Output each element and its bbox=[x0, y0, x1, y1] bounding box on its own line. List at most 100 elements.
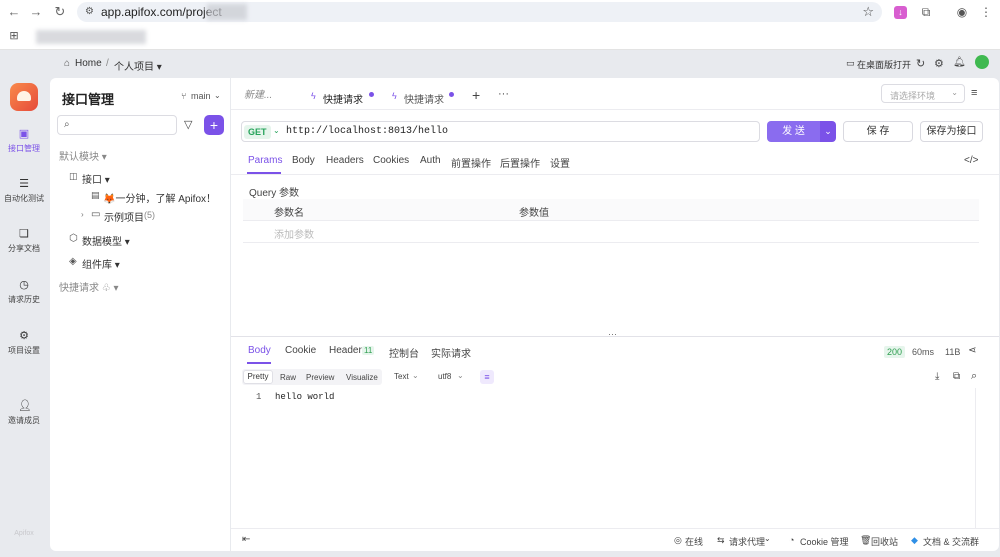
tab-quick-request[interactable]: ϟ 快捷请求 bbox=[386, 78, 466, 109]
recycle-bin[interactable]: 回收站 bbox=[871, 535, 898, 548]
quick-requests[interactable]: 快捷请求 ♧ ▾ bbox=[59, 279, 119, 294]
download-icon[interactable]: ⤓ bbox=[935, 371, 939, 382]
resp-tab-cookie[interactable]: Cookie bbox=[285, 345, 316, 356]
tab-quick-request-active[interactable]: ϟ 快捷请求 bbox=[303, 78, 383, 109]
branch-selector[interactable]: main bbox=[191, 91, 211, 101]
tab-cookies[interactable]: Cookies bbox=[373, 155, 409, 166]
apps-grid-icon[interactable]: ⊞ bbox=[6, 28, 22, 44]
tab-headers[interactable]: Headers bbox=[326, 155, 364, 166]
api-folder[interactable]: 接口 ▾ bbox=[82, 171, 110, 186]
send-dropdown-icon[interactable]: ⌄ bbox=[820, 121, 836, 142]
filter-icon[interactable]: ▽ bbox=[184, 118, 192, 131]
tab-post-ops[interactable]: 后置操作 bbox=[500, 155, 540, 170]
tab-pre-ops[interactable]: 前置操作 bbox=[451, 155, 491, 170]
extensions-puzzle-icon[interactable]: ⧉ bbox=[918, 4, 934, 20]
components[interactable]: 组件库 ▾ bbox=[82, 256, 120, 271]
address-bar[interactable]: ⚙ app.apifox.com/project ☆ bbox=[77, 2, 882, 22]
env-menu-icon[interactable]: ≡ bbox=[971, 87, 977, 99]
method-select[interactable]: GET bbox=[244, 125, 271, 139]
resp-tab-actual[interactable]: 实际请求 bbox=[431, 345, 471, 360]
tab-new[interactable]: 新建... bbox=[244, 78, 272, 109]
sync-icon[interactable]: ↻ bbox=[916, 57, 925, 70]
scrollbar-track[interactable] bbox=[975, 388, 976, 528]
data-model[interactable]: 数据模型 ▾ bbox=[82, 233, 130, 248]
env-select[interactable]: 请选择环境 ⌄ bbox=[881, 84, 965, 103]
api-folder-icon: ◫ bbox=[69, 171, 78, 181]
online-icon: ◎ bbox=[674, 535, 682, 545]
intro-doc-item[interactable]: 🦊一分钟，了解 Apifox！ bbox=[103, 190, 216, 205]
apifox-logo[interactable] bbox=[10, 83, 38, 111]
view-preview[interactable]: Preview bbox=[306, 373, 334, 382]
tab-body[interactable]: Body bbox=[292, 155, 315, 166]
resp-tab-console[interactable]: 控制台 bbox=[389, 345, 419, 360]
docs-community[interactable]: 文档 & 交流群 bbox=[923, 535, 979, 548]
send-button[interactable]: 发 送 bbox=[767, 121, 820, 142]
chevron-right-icon[interactable]: › bbox=[81, 210, 84, 219]
bookmark-star-icon[interactable]: ☆ bbox=[862, 4, 874, 20]
wrap-lines-icon[interactable]: ≡ bbox=[480, 370, 494, 384]
home-icon[interactable]: ⌂ bbox=[64, 58, 70, 69]
rail-label: 分享文档 bbox=[8, 244, 40, 253]
rail-item-api[interactable]: ▣ 接口管理 bbox=[0, 128, 48, 154]
menu-kebab-icon[interactable]: ⋮ bbox=[978, 4, 994, 20]
view-pretty[interactable]: Pretty bbox=[243, 370, 273, 384]
rail-item-history[interactable]: ◷ 请求历史 bbox=[0, 279, 48, 305]
more-tabs-button[interactable]: ··· bbox=[498, 88, 509, 100]
resp-tab-header[interactable]: Header bbox=[329, 345, 362, 356]
rail-item-share[interactable]: ❏ 分享文档 bbox=[0, 228, 48, 254]
tab-settings[interactable]: 设置 bbox=[550, 155, 570, 170]
tab-auth[interactable]: Auth bbox=[420, 155, 441, 166]
reload-icon[interactable]: ↻ bbox=[52, 4, 68, 20]
rail-item-invite[interactable]: 👤︎ 邀请成员 bbox=[0, 400, 48, 426]
save-button[interactable]: 保 存 bbox=[843, 121, 913, 142]
save-as-api-button[interactable]: 保存为接口 bbox=[920, 121, 983, 142]
gear-icon[interactable]: ⚙ bbox=[934, 57, 944, 70]
copy-icon[interactable]: ⧉ bbox=[953, 371, 960, 382]
tab-params[interactable]: Params bbox=[248, 155, 282, 166]
encoding-select[interactable]: utf8 bbox=[438, 372, 451, 381]
browser-chrome: ← → ↻ ⚙ app.apifox.com/project ☆ ↓ ⧉ ◉ ⋮… bbox=[0, 0, 1000, 50]
example-project[interactable]: 示例项目 bbox=[104, 209, 144, 224]
request-proxy[interactable]: 请求代理 bbox=[729, 535, 765, 548]
avatar[interactable] bbox=[975, 55, 989, 69]
docs-icon: ◆ bbox=[911, 535, 918, 545]
collapse-icon[interactable]: ⇤ bbox=[242, 534, 250, 545]
history-icon: ◷ bbox=[19, 279, 29, 291]
request-url-box[interactable]: GET ⌄ http://localhost:8013/hello bbox=[241, 121, 760, 142]
cookie-manager[interactable]: Cookie 管理 bbox=[800, 535, 849, 548]
params-add-row[interactable]: 添加参数 bbox=[243, 221, 979, 243]
add-tab-button[interactable]: + bbox=[472, 87, 480, 103]
resp-tab-body[interactable]: Body bbox=[248, 345, 271, 356]
response-body[interactable]: hello world bbox=[275, 392, 334, 402]
left-rail: ▣ 接口管理 ☰ 自动化测试 ❏ 分享文档 ◷ 请求历史 ⚙ 项目设置 👤︎ 邀… bbox=[0, 50, 48, 557]
code-icon[interactable]: </> bbox=[964, 155, 978, 166]
rail-item-settings[interactable]: ⚙ 项目设置 bbox=[0, 330, 48, 356]
default-module[interactable]: 默认模块 ▾ bbox=[59, 148, 107, 163]
share-icon[interactable]: ⋖ bbox=[968, 345, 976, 356]
bell-icon[interactable]: 🔔︎ bbox=[953, 57, 966, 68]
view-visualize[interactable]: Visualize bbox=[346, 373, 378, 382]
chevron-down-icon: ⌄ bbox=[951, 88, 958, 97]
site-info-icon[interactable]: ⚙ bbox=[85, 6, 94, 17]
response-size: 11B bbox=[945, 347, 961, 357]
add-param-placeholder[interactable]: 添加参数 bbox=[274, 226, 314, 241]
url-input[interactable]: http://localhost:8013/hello bbox=[286, 126, 448, 137]
forward-icon[interactable]: → bbox=[28, 4, 44, 20]
breadcrumb-home[interactable]: Home bbox=[75, 58, 102, 69]
search-icon[interactable]: ⌕ bbox=[971, 370, 977, 383]
add-button[interactable]: + bbox=[204, 115, 224, 135]
back-icon[interactable]: ← bbox=[6, 4, 22, 20]
breadcrumb-separator: / bbox=[106, 58, 109, 69]
extension-download-icon[interactable]: ↓ bbox=[894, 6, 907, 19]
rail-item-autotest[interactable]: ☰ 自动化测试 bbox=[0, 178, 48, 204]
open-desktop-link[interactable]: 在桌面版打开 bbox=[857, 58, 911, 71]
breadcrumb-project[interactable]: 个人项目 ▾ bbox=[114, 58, 162, 73]
search-input[interactable]: ⌕ bbox=[57, 115, 177, 135]
share-doc-icon: ❏ bbox=[19, 228, 29, 240]
url-text: app.apifox.com/project bbox=[101, 5, 222, 19]
format-select[interactable]: Text bbox=[394, 372, 409, 381]
profile-icon[interactable]: ◉ bbox=[954, 4, 970, 20]
online-status[interactable]: 在线 bbox=[685, 535, 703, 548]
view-raw[interactable]: Raw bbox=[280, 373, 296, 382]
drag-handle-icon[interactable]: ··· bbox=[608, 329, 617, 339]
